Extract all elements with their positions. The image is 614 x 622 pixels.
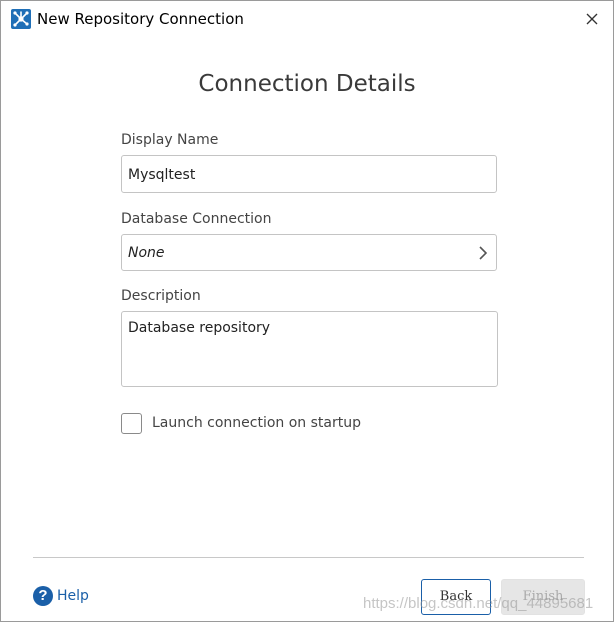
description-value: Database repository: [128, 320, 271, 336]
display-name-label: Display Name: [121, 132, 219, 148]
display-name-input[interactable]: Mysqltest: [121, 155, 497, 193]
footer-divider: [33, 557, 584, 558]
launch-on-startup-label[interactable]: Launch connection on startup: [152, 415, 361, 431]
window-title: New Repository Connection: [37, 10, 244, 28]
help-label: Help: [57, 588, 89, 604]
close-icon: [586, 13, 598, 25]
description-label: Description: [121, 288, 201, 304]
title-bar: New Repository Connection: [1, 1, 613, 37]
close-button[interactable]: [579, 7, 605, 31]
database-connection-select[interactable]: None: [121, 234, 497, 271]
launch-on-startup-checkbox[interactable]: [121, 413, 142, 434]
database-connection-label: Database Connection: [121, 211, 272, 227]
watermark: https://blog.csdn.net/qq_44895681: [363, 595, 594, 612]
page-title: Connection Details: [198, 71, 416, 97]
dialog-window: New Repository Connection Connection Det…: [0, 0, 614, 622]
display-name-value: Mysqltest: [128, 167, 196, 183]
chevron-right-icon: [479, 246, 488, 260]
app-icon: [11, 9, 31, 29]
help-icon: ?: [33, 586, 53, 606]
description-textarea[interactable]: Database repository: [121, 311, 498, 387]
database-connection-value: None: [128, 245, 165, 261]
